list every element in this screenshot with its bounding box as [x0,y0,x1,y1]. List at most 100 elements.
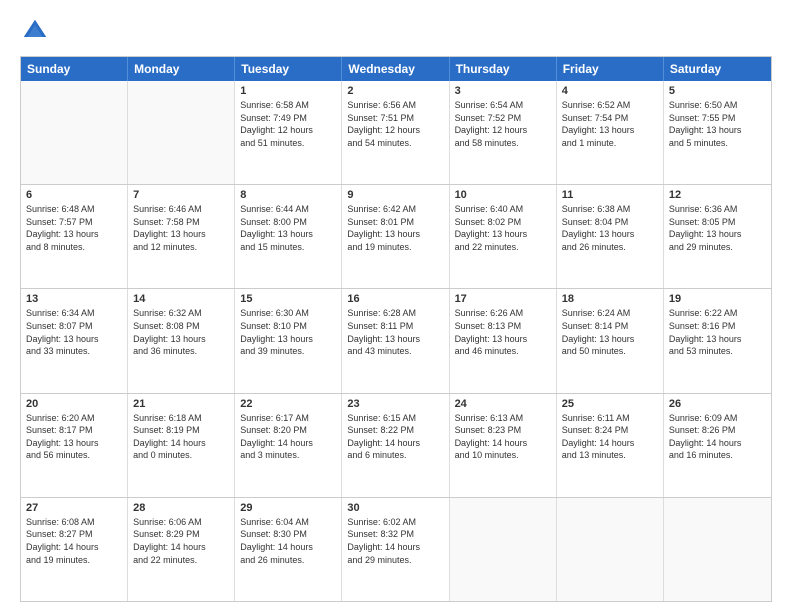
calendar-cell: 20Sunrise: 6:20 AM Sunset: 8:17 PM Dayli… [21,394,128,497]
day-number: 6 [26,189,122,201]
calendar: SundayMondayTuesdayWednesdayThursdayFrid… [20,56,772,602]
sun-info: Sunrise: 6:22 AM Sunset: 8:16 PM Dayligh… [669,307,766,357]
sun-info: Sunrise: 6:52 AM Sunset: 7:54 PM Dayligh… [562,99,658,149]
day-number: 18 [562,293,658,305]
day-number: 22 [240,398,336,410]
calendar-row: 13 Sunrise: 6:34 AM Sunset: 8:07 PM Dayli… [21,288,771,392]
day-number: 14 [133,293,229,305]
calendar-cell: 26 Sunrise: 6:09 AM Sunset: 8:26 PM Dayli… [664,394,771,497]
calendar-cell [664,498,771,601]
sun-info: Sunrise: 6:30 AM Sunset: 8:10 PM Dayligh… [240,307,336,357]
calendar-cell: 28 Sunrise: 6:06 AM Sunset: 8:29 PM Dayli… [128,498,235,601]
sun-info: Sunrise: 6:42 AM Sunset: 8:01 PM Dayligh… [347,203,443,253]
sun-info: Sunrise: 6:02 AM Sunset: 8:32 PM Dayligh… [347,516,443,566]
calendar-cell: 12Sunrise: 6:36 AM Sunset: 8:05 PM Dayli… [664,185,771,288]
calendar-cell: 30 Sunrise: 6:02 AM Sunset: 8:32 PM Dayli… [342,498,449,601]
calendar-body: 1 Sunrise: 6:58 AM Sunset: 7:49 PM Daylig… [21,81,771,601]
day-number: 1 [240,85,336,97]
day-number: 30 [347,502,443,514]
calendar-cell: 13 Sunrise: 6:34 AM Sunset: 8:07 PM Dayli… [21,289,128,392]
day-number: 23 [347,398,443,410]
calendar-cell [128,81,235,184]
header [20,16,772,46]
sun-info: Sunrise: 6:26 AM Sunset: 8:13 PM Dayligh… [455,307,551,357]
calendar-cell [21,81,128,184]
day-number: 5 [669,85,766,97]
sun-info: Sunrise: 6:44 AM Sunset: 8:00 PM Dayligh… [240,203,336,253]
calendar-row: 6 Sunrise: 6:48 AM Sunset: 7:57 PM Daylig… [21,184,771,288]
calendar-cell [557,498,664,601]
logo-icon [20,16,50,46]
sun-info: Sunrise: 6:46 AM Sunset: 7:58 PM Dayligh… [133,203,229,253]
day-number: 28 [133,502,229,514]
sun-info: Sunrise: 6:32 AM Sunset: 8:08 PM Dayligh… [133,307,229,357]
day-number: 3 [455,85,551,97]
page: SundayMondayTuesdayWednesdayThursdayFrid… [0,0,792,612]
calendar-cell: 11 Sunrise: 6:38 AM Sunset: 8:04 PM Dayli… [557,185,664,288]
sun-info: Sunrise: 6:17 AM Sunset: 8:20 PM Dayligh… [240,412,336,462]
day-number: 4 [562,85,658,97]
calendar-cell: 5Sunrise: 6:50 AM Sunset: 7:55 PM Daylig… [664,81,771,184]
day-number: 27 [26,502,122,514]
day-number: 11 [562,189,658,201]
day-number: 16 [347,293,443,305]
calendar-cell: 25 Sunrise: 6:11 AM Sunset: 8:24 PM Dayli… [557,394,664,497]
weekday-header: Friday [557,57,664,81]
sun-info: Sunrise: 6:06 AM Sunset: 8:29 PM Dayligh… [133,516,229,566]
calendar-cell: 6 Sunrise: 6:48 AM Sunset: 7:57 PM Daylig… [21,185,128,288]
sun-info: Sunrise: 6:34 AM Sunset: 8:07 PM Dayligh… [26,307,122,357]
weekday-header: Wednesday [342,57,449,81]
sun-info: Sunrise: 6:48 AM Sunset: 7:57 PM Dayligh… [26,203,122,253]
calendar-cell: 27 Sunrise: 6:08 AM Sunset: 8:27 PM Dayli… [21,498,128,601]
sun-info: Sunrise: 6:13 AM Sunset: 8:23 PM Dayligh… [455,412,551,462]
day-number: 21 [133,398,229,410]
day-number: 24 [455,398,551,410]
calendar-cell: 22 Sunrise: 6:17 AM Sunset: 8:20 PM Dayli… [235,394,342,497]
sun-info: Sunrise: 6:56 AM Sunset: 7:51 PM Dayligh… [347,99,443,149]
day-number: 7 [133,189,229,201]
calendar-cell: 3 Sunrise: 6:54 AM Sunset: 7:52 PM Daylig… [450,81,557,184]
calendar-cell: 8 Sunrise: 6:44 AM Sunset: 8:00 PM Daylig… [235,185,342,288]
calendar-cell: 10 Sunrise: 6:40 AM Sunset: 8:02 PM Dayli… [450,185,557,288]
day-number: 20 [26,398,122,410]
calendar-cell: 17Sunrise: 6:26 AM Sunset: 8:13 PM Dayli… [450,289,557,392]
calendar-cell: 9 Sunrise: 6:42 AM Sunset: 8:01 PM Daylig… [342,185,449,288]
weekday-header: Tuesday [235,57,342,81]
calendar-cell [450,498,557,601]
calendar-row: 1 Sunrise: 6:58 AM Sunset: 7:49 PM Daylig… [21,81,771,184]
sun-info: Sunrise: 6:15 AM Sunset: 8:22 PM Dayligh… [347,412,443,462]
day-number: 10 [455,189,551,201]
weekday-header: Monday [128,57,235,81]
sun-info: Sunrise: 6:38 AM Sunset: 8:04 PM Dayligh… [562,203,658,253]
sun-info: Sunrise: 6:58 AM Sunset: 7:49 PM Dayligh… [240,99,336,149]
weekday-header: Sunday [21,57,128,81]
calendar-cell: 4 Sunrise: 6:52 AM Sunset: 7:54 PM Daylig… [557,81,664,184]
calendar-cell: 16 Sunrise: 6:28 AM Sunset: 8:11 PM Dayli… [342,289,449,392]
sun-info: Sunrise: 6:18 AM Sunset: 8:19 PM Dayligh… [133,412,229,462]
logo [20,16,54,46]
day-number: 29 [240,502,336,514]
day-number: 26 [669,398,766,410]
sun-info: Sunrise: 6:08 AM Sunset: 8:27 PM Dayligh… [26,516,122,566]
sun-info: Sunrise: 6:09 AM Sunset: 8:26 PM Dayligh… [669,412,766,462]
calendar-cell: 19Sunrise: 6:22 AM Sunset: 8:16 PM Dayli… [664,289,771,392]
day-number: 13 [26,293,122,305]
calendar-cell: 24 Sunrise: 6:13 AM Sunset: 8:23 PM Dayli… [450,394,557,497]
calendar-row: 20Sunrise: 6:20 AM Sunset: 8:17 PM Dayli… [21,393,771,497]
sun-info: Sunrise: 6:11 AM Sunset: 8:24 PM Dayligh… [562,412,658,462]
calendar-cell: 21 Sunrise: 6:18 AM Sunset: 8:19 PM Dayli… [128,394,235,497]
calendar-cell: 7 Sunrise: 6:46 AM Sunset: 7:58 PM Daylig… [128,185,235,288]
calendar-row: 27 Sunrise: 6:08 AM Sunset: 8:27 PM Dayli… [21,497,771,601]
calendar-cell: 18Sunrise: 6:24 AM Sunset: 8:14 PM Dayli… [557,289,664,392]
sun-info: Sunrise: 6:28 AM Sunset: 8:11 PM Dayligh… [347,307,443,357]
calendar-header: SundayMondayTuesdayWednesdayThursdayFrid… [21,57,771,81]
weekday-header: Thursday [450,57,557,81]
day-number: 2 [347,85,443,97]
day-number: 25 [562,398,658,410]
calendar-cell: 29Sunrise: 6:04 AM Sunset: 8:30 PM Dayli… [235,498,342,601]
day-number: 9 [347,189,443,201]
day-number: 8 [240,189,336,201]
calendar-cell: 14 Sunrise: 6:32 AM Sunset: 8:08 PM Dayli… [128,289,235,392]
sun-info: Sunrise: 6:54 AM Sunset: 7:52 PM Dayligh… [455,99,551,149]
sun-info: Sunrise: 6:40 AM Sunset: 8:02 PM Dayligh… [455,203,551,253]
